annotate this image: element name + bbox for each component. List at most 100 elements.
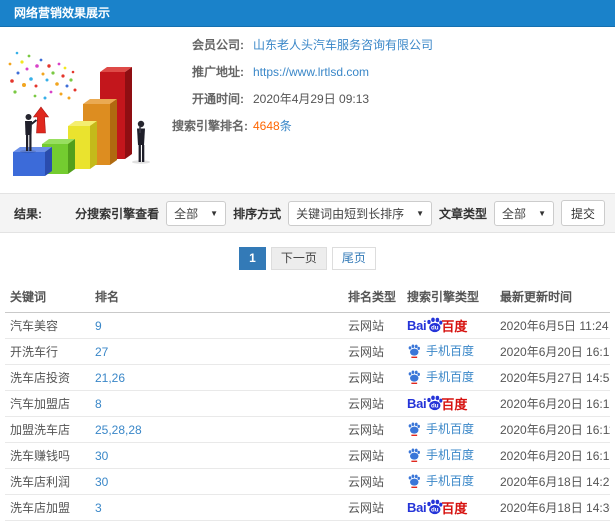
keyword-cell: 洗车店投资 bbox=[5, 364, 95, 391]
rank-type-cell: 云网站 bbox=[348, 468, 407, 495]
opened-time-label: 开通时间: bbox=[192, 92, 244, 106]
last-page-button[interactable]: 尾页 bbox=[331, 247, 376, 270]
rank-type-cell: 云网站 bbox=[348, 494, 407, 521]
header-rank-type: 排名类型 bbox=[348, 283, 407, 313]
mobile-baidu-label: 手机百度 bbox=[407, 368, 474, 385]
table-row: 洗车店投资 21,26 云网站 Bai du 百度 bbox=[5, 364, 610, 391]
sort-select[interactable]: 关键词由短到长排序 ▼ bbox=[288, 200, 433, 226]
rank-link[interactable]: 9 bbox=[95, 319, 102, 333]
company-link[interactable]: 山东老人头汽车服务咨询有限公司 bbox=[253, 36, 433, 53]
engine-filter-label: 分搜索引擎查看 bbox=[75, 206, 160, 221]
sort-value: 关键词由短到长排序 bbox=[296, 206, 405, 221]
keyword-cell: 洗车赚钱吗 bbox=[5, 442, 95, 469]
engine-type-cell: Bai du 百度 bbox=[407, 494, 500, 521]
engine-type-cell: Bai du 百度 bbox=[407, 338, 500, 365]
rank-link[interactable]: 3 bbox=[95, 501, 102, 515]
engine-type-cell: Bai du 百度 bbox=[407, 364, 500, 391]
page-title: 网络营销效果展示 bbox=[14, 6, 111, 20]
chevron-down-icon: ▼ bbox=[416, 208, 425, 218]
rank-link[interactable]: 27 bbox=[95, 345, 108, 359]
mobile-baidu-icon bbox=[407, 370, 421, 384]
filter-bar: 结果: 分搜索引擎查看 全部 ▼ 排序方式 关键词由短到长排序 ▼ 文章类型 全… bbox=[0, 193, 615, 233]
chevron-down-icon: ▼ bbox=[538, 208, 546, 218]
growth-chart-illustration bbox=[8, 51, 150, 176]
mobile-baidu-label: 手机百度 bbox=[407, 420, 474, 437]
keyword-cell: 开洗车行 bbox=[5, 338, 95, 365]
engine-filter-select[interactable]: 全部 ▼ bbox=[166, 200, 227, 226]
article-type-label: 文章类型 bbox=[439, 206, 488, 221]
rank-link[interactable]: 25,28,28 bbox=[95, 423, 142, 437]
rank-type-cell: 云网站 bbox=[348, 442, 407, 469]
member-info: 会员公司: 山东老人头汽车服务咨询有限公司 推广地址: https://www.… bbox=[172, 31, 433, 139]
keyword-cell: 汽车加盟店 bbox=[5, 390, 95, 417]
keyword-cell: 加盟洗车店 bbox=[5, 416, 95, 443]
updated-time-cell: 2020年6月18日 14:30 bbox=[500, 494, 610, 521]
filter-controls: 分搜索引擎查看 全部 ▼ 排序方式 关键词由短到长排序 ▼ 文章类型 全部 ▼ … bbox=[75, 200, 605, 226]
updated-time-cell: 2020年6月20日 16:16 bbox=[500, 338, 610, 365]
table-row: 汽车加盟店 8 云网站 Bai du 百度 2020年6月20日 16:12 bbox=[5, 390, 610, 417]
sort-label: 排序方式 bbox=[233, 206, 282, 221]
article-type-select[interactable]: 全部 ▼ bbox=[494, 200, 554, 226]
page-button-current[interactable]: 1 bbox=[239, 247, 266, 270]
engine-filter-value: 全部 bbox=[174, 206, 199, 221]
mobile-baidu-label: 手机百度 bbox=[407, 472, 474, 489]
promotion-url-label: 推广地址: bbox=[192, 65, 244, 79]
submit-button[interactable]: 提交 bbox=[560, 200, 605, 226]
mobile-baidu-icon bbox=[407, 344, 421, 358]
results-table: 关键词 排名 排名类型 搜索引擎类型 最新更新时间 汽车美容 9 云网站 Bai… bbox=[5, 283, 610, 521]
keyword-cell: 汽车美容 bbox=[5, 312, 95, 339]
updated-time-cell: 2020年6月20日 16:12 bbox=[500, 390, 610, 417]
keyword-cell: 洗车店加盟 bbox=[5, 494, 95, 521]
info-row-opened: 开通时间: 2020年4月29日 09:13 bbox=[172, 85, 433, 112]
table-row: 洗车店利润 30 云网站 Bai du 百度 bbox=[5, 468, 610, 495]
info-row-rank-count: 搜索引擎排名: 4648条 bbox=[172, 112, 433, 139]
updated-time-cell: 2020年6月5日 11:24 bbox=[500, 312, 610, 339]
result-label: 结果: bbox=[14, 206, 42, 221]
rank-type-cell: 云网站 bbox=[348, 312, 407, 339]
baidu-logo: Bai du 百度 bbox=[407, 317, 468, 334]
baidu-logo: Bai du 百度 bbox=[407, 499, 468, 516]
svg-text:du: du bbox=[431, 324, 439, 331]
engine-type-cell: Bai du 百度 bbox=[407, 416, 500, 443]
svg-text:du: du bbox=[431, 506, 439, 513]
mobile-baidu-icon bbox=[407, 448, 421, 462]
baidu-logo: Bai du 百度 bbox=[407, 395, 468, 412]
opened-time-value: 2020年4月29日 09:13 bbox=[253, 92, 370, 106]
header-updated: 最新更新时间 bbox=[500, 283, 610, 313]
header-keyword: 关键词 bbox=[5, 283, 95, 313]
rank-type-cell: 云网站 bbox=[348, 416, 407, 443]
updated-time-cell: 2020年6月20日 16:11 bbox=[500, 416, 610, 443]
pagination: 1 下一页 尾页 bbox=[0, 233, 615, 283]
rank-link[interactable]: 30 bbox=[95, 449, 108, 463]
info-row-company: 会员公司: 山东老人头汽车服务咨询有限公司 bbox=[172, 31, 433, 58]
engine-type-cell: Bai du 百度 bbox=[407, 312, 500, 339]
header-rank: 排名 bbox=[95, 283, 348, 313]
confetti-dots bbox=[8, 51, 77, 100]
svg-text:du: du bbox=[431, 402, 439, 409]
rank-type-cell: 云网站 bbox=[348, 390, 407, 417]
mobile-baidu-label: 手机百度 bbox=[407, 446, 474, 463]
rank-link[interactable]: 30 bbox=[95, 475, 108, 489]
table-row: 加盟洗车店 25,28,28 云网站 Bai du 百度 bbox=[5, 416, 610, 443]
engine-type-cell: Bai du 百度 bbox=[407, 442, 500, 469]
updated-time-cell: 2020年6月18日 14:27 bbox=[500, 468, 610, 495]
window-titlebar: 网络营销效果展示 bbox=[0, 0, 615, 27]
mobile-baidu-icon bbox=[407, 422, 421, 436]
rank-link[interactable]: 8 bbox=[95, 397, 102, 411]
header-engine-type: 搜索引擎类型 bbox=[407, 283, 500, 313]
results-table-body: 汽车美容 9 云网站 Bai du 百度 2020年6月5日 11:24 开洗车… bbox=[5, 312, 610, 521]
table-row: 洗车赚钱吗 30 云网站 Bai du 百度 bbox=[5, 442, 610, 469]
mobile-baidu-label: 手机百度 bbox=[407, 342, 474, 359]
engine-type-cell: Bai du 百度 bbox=[407, 468, 500, 495]
table-row: 开洗车行 27 云网站 Bai du 百度 bbox=[5, 338, 610, 365]
next-page-button[interactable]: 下一页 bbox=[270, 247, 327, 270]
rank-count-unit: 条 bbox=[279, 119, 292, 133]
businessman-right bbox=[132, 120, 150, 164]
promotion-url-link[interactable]: https://www.lrtlsd.com bbox=[253, 65, 369, 79]
rank-link[interactable]: 21,26 bbox=[95, 371, 125, 385]
engine-rank-value: 4648条 bbox=[253, 117, 292, 134]
table-row: 汽车美容 9 云网站 Bai du 百度 2020年6月5日 11:24 bbox=[5, 312, 610, 339]
summary-section: 会员公司: 山东老人头汽车服务咨询有限公司 推广地址: https://www.… bbox=[0, 27, 615, 193]
table-row: 洗车店加盟 3 云网站 Bai du 百度 2020年6月18日 14:30 bbox=[5, 494, 610, 521]
article-type-value: 全部 bbox=[502, 206, 527, 221]
